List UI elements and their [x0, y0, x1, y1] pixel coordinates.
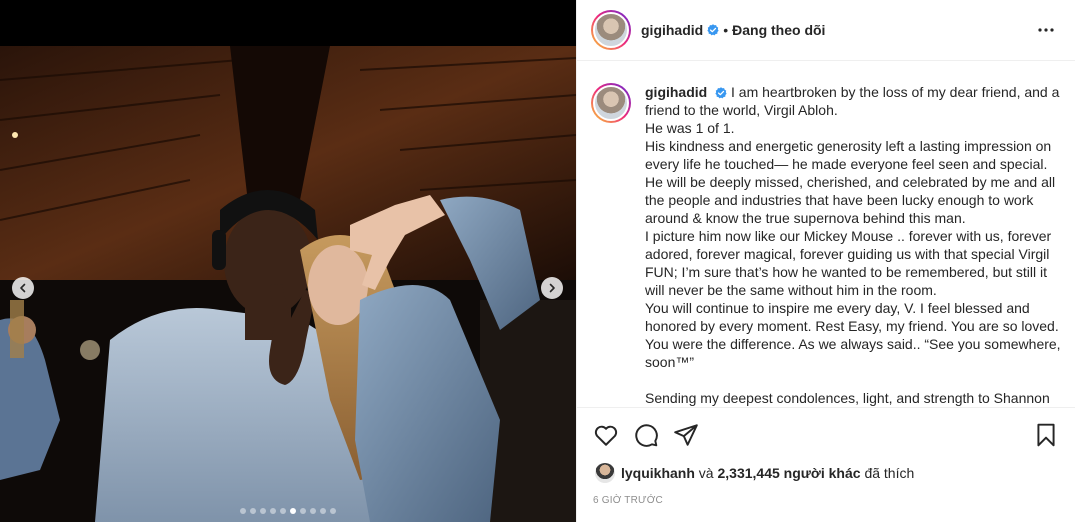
- carousel-dot: [270, 508, 276, 514]
- post-media: [0, 0, 576, 522]
- carousel-dot: [320, 508, 326, 514]
- carousel-next-button[interactable]: [541, 277, 563, 299]
- comment-icon: [635, 424, 658, 447]
- comment-button[interactable]: [633, 422, 659, 448]
- carousel-dot: [240, 508, 246, 514]
- caption-line: I picture him now like our Mickey Mouse …: [645, 228, 1052, 298]
- caption-area[interactable]: gigihadid I am heartbroken by the loss o…: [577, 61, 1075, 408]
- chevron-left-icon: [20, 283, 26, 293]
- post-caption: gigihadid I am heartbroken by the loss o…: [645, 83, 1063, 407]
- liker-avatar[interactable]: [595, 463, 615, 483]
- caption-line: You will continue to inspire me every da…: [645, 300, 1061, 370]
- carousel-dot: [280, 508, 286, 514]
- more-options-button[interactable]: [1033, 23, 1059, 37]
- send-icon: [674, 424, 698, 446]
- caption-line: His kindness and energetic generosity le…: [645, 138, 1056, 226]
- save-button[interactable]: [1033, 422, 1059, 448]
- likes-conjunction: và: [698, 465, 714, 481]
- post-photo: [0, 0, 576, 522]
- likes-suffix: đã thích: [864, 465, 915, 481]
- author-username[interactable]: gigihadid: [641, 22, 703, 38]
- chevron-right-icon: [549, 283, 555, 293]
- carousel-dot: [300, 508, 306, 514]
- caption-line: I am heartbroken by the loss of my dear …: [645, 84, 1060, 118]
- carousel-dot: [310, 508, 316, 514]
- heart-icon: [594, 425, 618, 446]
- carousel-dot: [290, 508, 296, 514]
- carousel-dot: [330, 508, 336, 514]
- post-actions: [577, 418, 1075, 452]
- header-separator: •: [723, 22, 729, 38]
- verified-badge-icon: [715, 87, 727, 99]
- share-button[interactable]: [673, 422, 699, 448]
- caption-line: [645, 371, 1063, 389]
- more-options-icon: [1038, 28, 1054, 32]
- caption-line: He was 1 of 1.: [645, 120, 735, 136]
- carousel-indicator: [0, 508, 576, 514]
- post-header: gigihadid • Đang theo dõi: [577, 0, 1075, 61]
- caption-username[interactable]: gigihadid: [645, 84, 707, 100]
- likes-summary: lyquikhanh và 2,331,445 người khác đã th…: [595, 463, 914, 483]
- bookmark-icon: [1037, 423, 1055, 447]
- carousel-prev-button[interactable]: [12, 277, 34, 299]
- follow-status-button[interactable]: Đang theo dõi: [732, 22, 825, 38]
- post-timestamp[interactable]: 6 GIỜ TRƯỚC: [593, 495, 663, 506]
- caption-author-avatar[interactable]: [591, 83, 631, 123]
- post-side-panel: gigihadid • Đang theo dõi gigihadid I am…: [576, 0, 1075, 522]
- liker-username[interactable]: lyquikhanh: [621, 465, 695, 481]
- author-avatar[interactable]: [591, 10, 631, 50]
- carousel-dot: [260, 508, 266, 514]
- like-button[interactable]: [593, 422, 619, 448]
- verified-badge-icon: [707, 24, 719, 36]
- caption-line: Sending my deepest condolences, light, a…: [645, 390, 1050, 406]
- likes-others-link[interactable]: 2,331,445 người khác: [717, 465, 860, 481]
- carousel-dot: [250, 508, 256, 514]
